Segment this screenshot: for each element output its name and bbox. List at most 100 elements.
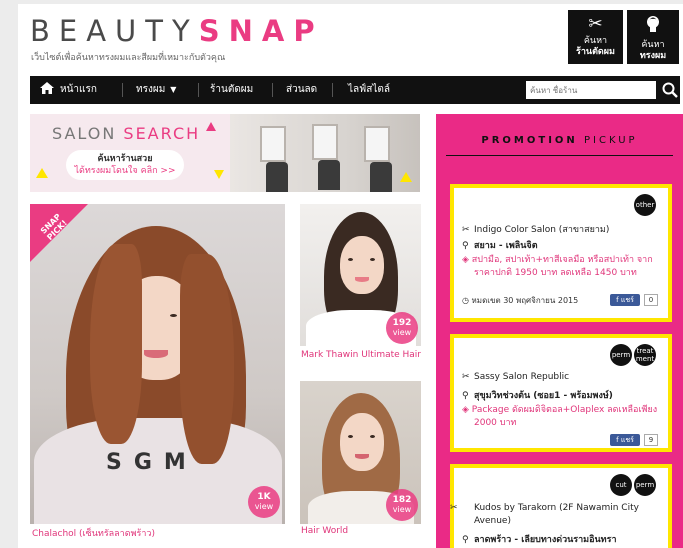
nav-lifestyle[interactable]: ไลฟ์สไตล์	[348, 76, 390, 104]
category-tag: perm	[634, 474, 656, 496]
salon-mirror	[260, 126, 286, 162]
sweater-print: SGM	[106, 450, 198, 475]
salon-mirror	[312, 124, 338, 160]
salon-chair	[318, 160, 340, 190]
view-count-badge: 192 view	[386, 312, 418, 344]
find-salon-button[interactable]: ✂ ค้นหา ร้านตัดผม	[568, 10, 623, 64]
promotion-pickup-panel: PROMOTION PICKUP other ✂ Indigo Color Sal…	[436, 114, 683, 548]
scissors-icon: ✂	[462, 372, 470, 382]
salon-name-row: ✂ Kudos by Tarakorn (2F Nawamin City Aven…	[450, 502, 662, 528]
offer-text[interactable]: สปามือ, สปาเท้า+ทาสีเจลมือ หรือสปาเท้า จ…	[472, 255, 653, 278]
facebook-share-button[interactable]: f แชร์	[610, 294, 640, 306]
location: ลาดพร้าว - เลียบทางด่วนรามอินทรา	[474, 535, 617, 545]
lip-shape	[144, 350, 168, 358]
salon-name[interactable]: Sassy Salon Republic	[474, 372, 569, 382]
pin-icon: ⚲	[462, 535, 469, 545]
nav-divider	[332, 83, 333, 97]
nav-lifestyle-label: ไลฟ์สไตล์	[348, 84, 390, 95]
nav-discount[interactable]: ส่วนลด	[286, 76, 317, 104]
share-count: 0	[644, 294, 658, 306]
scissors-icon: ✂	[588, 14, 603, 34]
promotion-card[interactable]: perm treat ment ✂ Sassy Salon Republic ⚲ ส…	[450, 334, 672, 452]
share-widget: f แชร์ 9	[610, 434, 660, 446]
view-label: view	[254, 502, 274, 511]
find-hairstyle-line2: ทรงผม	[639, 51, 667, 61]
nav-divider	[272, 83, 273, 97]
tag-icon: ◈	[462, 405, 469, 415]
eye-shape	[370, 435, 375, 438]
salon-name-row: ✂ Indigo Color Salon (สาขาสยาม)	[462, 222, 609, 236]
banner-title-salon: SALON	[52, 124, 117, 143]
hairstyle-photo[interactable]: 182 view	[300, 381, 421, 524]
view-label: view	[392, 505, 412, 514]
clock-icon: ◷	[462, 296, 469, 305]
banner-cta-line2: ได้ทรงผมโดนใจ คลิก >>	[74, 166, 176, 176]
salon-chair	[266, 162, 288, 192]
hairstyle-photo[interactable]: 192 view	[300, 204, 421, 346]
nav-hairstyle-label: ทรงผม	[136, 84, 166, 95]
nav-hairstyle[interactable]: ทรงผม ▼	[136, 76, 176, 104]
salon-name[interactable]: Indigo Color Salon (สาขาสยาม)	[474, 225, 609, 235]
eye-shape	[348, 435, 353, 438]
promotion-heading-bold: PROMOTION	[481, 135, 578, 146]
eye-shape	[370, 258, 375, 261]
tag-icon: ◈	[462, 255, 469, 265]
category-tag: cut	[610, 474, 632, 496]
chevron-down-icon: ▼	[170, 85, 177, 94]
eye-shape	[348, 258, 353, 261]
find-hairstyle-line1: ค้นหา	[641, 40, 665, 50]
featured-hairstyle-photo[interactable]: SGM SNAP PICK! 1K view	[30, 204, 285, 524]
decor-triangle	[36, 168, 48, 178]
scissors-icon: ✂	[462, 225, 470, 235]
banner-cta-line1: ค้นหาร้านสวย	[97, 154, 153, 164]
banner-cta[interactable]: ค้นหาร้านสวย ได้ทรงผมโดนใจ คลิก >>	[66, 150, 184, 180]
category-tag: treat ment	[634, 344, 656, 366]
banner-title-search: SEARCH	[123, 124, 201, 143]
pin-icon: ⚲	[462, 391, 469, 401]
logo-snap: SNAP	[198, 14, 324, 48]
hairstyle-caption[interactable]: Hair World	[301, 526, 348, 536]
offer-row: ◈ สปามือ, สปาเท้า+ทาสีเจลมือ หรือสปาเท้า…	[462, 254, 662, 280]
home-icon	[40, 82, 54, 94]
find-hairstyle-button[interactable]: ค้นหา ทรงผม	[627, 10, 679, 64]
head-icon	[627, 15, 679, 37]
share-label: แชร์	[620, 296, 634, 304]
salon-interior-image	[230, 114, 420, 192]
find-salon-line1: ค้นหา	[583, 36, 608, 46]
decor-triangle	[400, 172, 412, 182]
hairstyle-caption[interactable]: Mark Thawin Ultimate Hair	[301, 350, 421, 360]
expiry-date: หมดเขต 30 พฤศจิกายน 2015	[471, 296, 579, 305]
promotion-heading-light: PICKUP	[583, 135, 638, 146]
face-shape	[340, 413, 384, 471]
nav-salon[interactable]: ร้านตัดผม	[210, 76, 253, 104]
location-row: ⚲ ลาดพร้าว - เลียบทางด่วนรามอินทรา	[462, 532, 617, 546]
salon-search-banner[interactable]: SALON SEARCH ค้นหาร้านสวย ได้ทรงผมโดนใจ …	[30, 114, 420, 192]
category-tag: other	[634, 194, 656, 216]
location: สยาม - เพลินจิต	[474, 241, 538, 251]
location: สุขุมวิทช่วงต้น (ซอย1 - พร้อมพงษ์)	[474, 391, 613, 401]
share-widget: f แชร์ 0	[610, 294, 660, 306]
page: BEAUTYSNAP เว็บไซต์เพื่อค้นหาทรงผมและสีผ…	[18, 4, 683, 548]
site-logo[interactable]: BEAUTYSNAP	[30, 14, 324, 48]
featured-caption[interactable]: Chalachol (เซ็นทรัลลาดพร้าว)	[32, 526, 155, 540]
location-row: ⚲ สุขุมวิทช่วงต้น (ซอย1 - พร้อมพงษ์)	[462, 388, 613, 402]
nav-salon-label: ร้านตัดผม	[210, 84, 254, 95]
nav-home-label: หน้าแรก	[60, 84, 97, 95]
lip-shape	[355, 454, 369, 459]
promotion-card[interactable]: other ✂ Indigo Color Salon (สาขาสยาม) ⚲ สย…	[450, 184, 672, 322]
salon-name[interactable]: Kudos by Tarakorn (2F Nawamin City Avenu…	[474, 503, 639, 526]
search-input[interactable]	[526, 81, 656, 99]
share-label: แชร์	[620, 436, 634, 444]
nav-home[interactable]: หน้าแรก	[40, 76, 97, 104]
face-shape	[340, 236, 384, 294]
decor-triangle	[206, 122, 216, 131]
expiry-row: ◷ หมดเขต 30 พฤศจิกายน 2015	[462, 294, 578, 307]
eye-shape	[170, 314, 177, 317]
facebook-share-button[interactable]: f แชร์	[610, 434, 640, 446]
share-count: 9	[644, 434, 658, 446]
search-icon[interactable]	[662, 80, 678, 100]
offer-row: ◈ Package ดัดผมดิจิตอล+Olaplex ลดเหลือเพ…	[462, 404, 662, 430]
promotion-card[interactable]: cut perm ✂ Kudos by Tarakorn (2F Nawamin …	[450, 464, 672, 548]
scissors-icon: ✂	[450, 503, 458, 513]
offer-text[interactable]: Package ดัดผมดิจิตอล+Olaplex ลดเหลือเพีย…	[472, 405, 657, 428]
